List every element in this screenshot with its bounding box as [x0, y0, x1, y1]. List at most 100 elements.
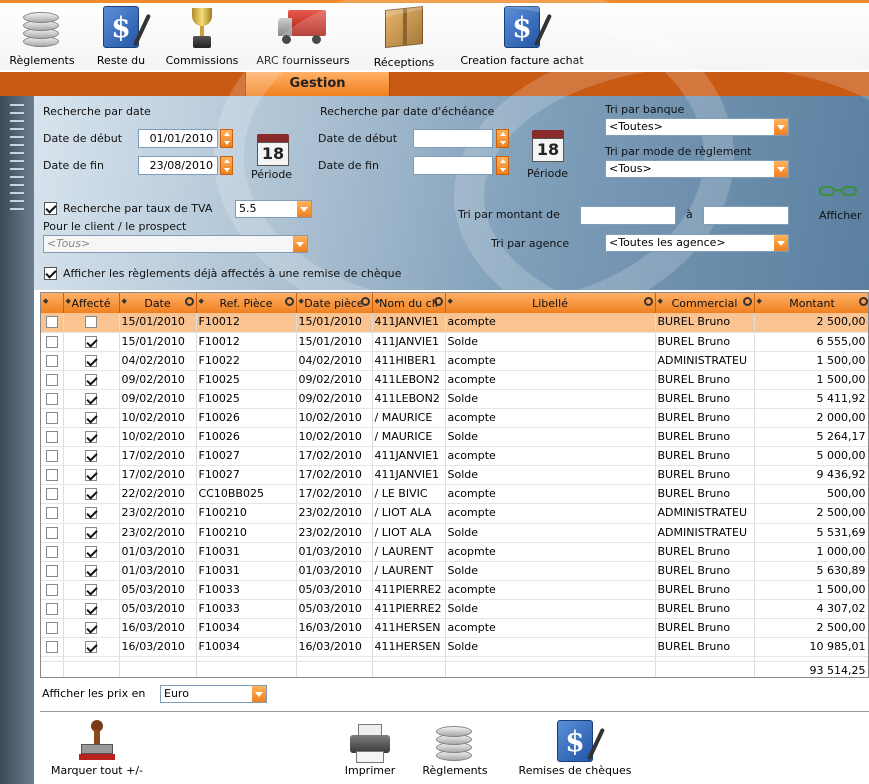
affecte-cell[interactable]	[63, 561, 120, 581]
table-row[interactable]: 23/02/2010 F100210 23/02/2010/ LIOT ALA Sol…	[41, 523, 868, 543]
sort-icon[interactable]: ◆	[757, 297, 762, 305]
row-select-checkbox[interactable]	[45, 373, 58, 386]
periode-label[interactable]: Période	[251, 168, 292, 181]
search-icon[interactable]	[184, 297, 194, 306]
row-select-cell[interactable]	[41, 637, 64, 658]
row-select-cell[interactable]	[41, 313, 64, 333]
affecte-checkbox[interactable]	[85, 622, 97, 635]
affecte-cell[interactable]	[63, 408, 120, 429]
echeance-periode-label[interactable]: Période	[527, 167, 568, 180]
affecte-checkbox[interactable]	[85, 526, 97, 539]
sort-icon[interactable]: ◆	[658, 297, 663, 305]
row-select-cell[interactable]	[41, 618, 64, 639]
reglements-bottom-button[interactable]: Règlements	[418, 720, 492, 777]
row-select-checkbox[interactable]	[45, 526, 58, 539]
affecte-checkbox[interactable]	[85, 545, 97, 558]
table-row[interactable]: 22/02/2010 CC10BB025 17/02/2010/ LE BIVIC a…	[41, 484, 868, 505]
affecte-checkbox[interactable]	[85, 412, 97, 425]
row-select-cell[interactable]	[41, 484, 64, 505]
row-select-checkbox[interactable]	[45, 412, 58, 425]
table-row[interactable]: 17/02/2010 F10027 17/02/2010 411JANVIE1 Sold…	[41, 465, 868, 486]
sort-icon[interactable]: ◆	[43, 297, 48, 305]
sort-icon[interactable]: ◆	[448, 297, 453, 305]
affecte-cell[interactable]	[63, 446, 120, 467]
table-row[interactable]: 05/03/2010 F10033 05/03/2010 411PIERRE2 acom…	[41, 580, 868, 600]
tri-mode-select[interactable]: <Tous>	[605, 160, 789, 178]
affecte-checkbox[interactable]	[85, 392, 97, 405]
sort-icon[interactable]: ◆	[66, 297, 71, 305]
affectes-checkbox[interactable]	[44, 267, 57, 280]
row-select-checkbox[interactable]	[45, 354, 58, 367]
agence-select[interactable]: <Toutes les agence>	[605, 234, 789, 252]
affecte-cell[interactable]	[63, 465, 120, 486]
table-row[interactable]: 16/03/2010 F10034 16/03/2010 411HERSEN Solde…	[41, 637, 868, 658]
column-header[interactable]: ◆ Montant	[754, 293, 868, 313]
echeance-fin-spinner[interactable]	[496, 156, 509, 175]
row-select-cell[interactable]	[41, 523, 64, 543]
row-select-checkbox[interactable]	[45, 431, 58, 444]
marquer-tout-button[interactable]: Marquer tout +/-	[44, 720, 150, 777]
row-select-checkbox[interactable]	[45, 488, 58, 501]
row-select-cell[interactable]	[41, 561, 64, 581]
affecte-cell[interactable]	[63, 370, 120, 390]
date-debut-spinner[interactable]	[220, 129, 233, 148]
column-header[interactable]: ◆ Date	[119, 293, 197, 313]
affecte-checkbox[interactable]	[85, 507, 97, 520]
montant-min-input[interactable]	[580, 206, 676, 225]
echeance-debut-input[interactable]	[413, 129, 493, 148]
affecte-cell[interactable]	[63, 599, 120, 620]
imprimer-button[interactable]: Imprimer	[336, 724, 404, 777]
column-header[interactable]: ◆ Date pièce	[296, 293, 373, 313]
sort-icon[interactable]: ◆	[199, 297, 204, 305]
row-select-checkbox[interactable]	[45, 583, 58, 596]
affecte-checkbox[interactable]	[85, 564, 97, 577]
affecte-cell[interactable]	[63, 637, 120, 658]
table-row[interactable]: 04/02/2010 F10022 04/02/2010 411HIBER1 acomp…	[41, 351, 868, 371]
tva-select[interactable]: 5.5	[235, 200, 312, 218]
search-icon[interactable]	[284, 297, 294, 306]
row-select-cell[interactable]	[41, 542, 64, 562]
affecte-checkbox[interactable]	[85, 469, 97, 482]
date-fin-input[interactable]: 23/08/2010	[138, 156, 218, 175]
affecte-checkbox[interactable]	[85, 354, 97, 367]
table-row[interactable]: 23/02/2010 F100210 23/02/2010/ LIOT ALA aco…	[41, 503, 868, 524]
affecte-cell[interactable]	[63, 542, 120, 562]
row-select-cell[interactable]	[41, 580, 64, 600]
row-select-checkbox[interactable]	[45, 335, 58, 348]
row-select-cell[interactable]	[41, 370, 64, 390]
echeance-debut-spinner[interactable]	[496, 129, 509, 148]
affecte-checkbox[interactable]	[85, 431, 97, 444]
affecte-checkbox[interactable]	[85, 373, 97, 386]
prix-currency-select[interactable]: Euro	[160, 685, 267, 703]
search-icon[interactable]	[433, 297, 443, 306]
search-icon[interactable]	[360, 297, 370, 306]
row-select-checkbox[interactable]	[45, 564, 58, 577]
affecte-cell[interactable]	[63, 580, 120, 600]
reglements-toolbar-button[interactable]: Règlements	[6, 6, 78, 70]
column-header[interactable]: ◆ Nom du cli	[372, 293, 446, 313]
column-header[interactable]: ◆ Ref. Pièce	[196, 293, 297, 313]
affecte-cell[interactable]	[63, 618, 120, 639]
affecte-checkbox[interactable]	[85, 583, 97, 596]
affecte-checkbox[interactable]	[85, 488, 97, 501]
search-icon[interactable]	[643, 297, 653, 306]
column-header[interactable]: ◆ Affecté	[63, 293, 120, 313]
table-row[interactable]: 17/02/2010 F10027 17/02/2010 411JANVIE1 acom…	[41, 446, 868, 467]
tva-checkbox[interactable]	[44, 202, 57, 215]
row-select-checkbox[interactable]	[45, 622, 58, 635]
row-select-checkbox[interactable]	[45, 507, 58, 520]
affecte-cell[interactable]	[63, 427, 120, 448]
date-fin-spinner[interactable]	[220, 156, 233, 175]
commissions-button[interactable]: Commissions	[162, 6, 242, 70]
column-header[interactable]: ◆ Libellé	[445, 293, 656, 313]
table-row[interactable]: 01/03/2010 F10031 01/03/2010/ LAURENT Solde…	[41, 561, 868, 581]
affecte-cell[interactable]	[63, 503, 120, 524]
row-select-cell[interactable]	[41, 503, 64, 524]
row-select-checkbox[interactable]	[45, 450, 58, 463]
column-header[interactable]: ◆ Commercial	[655, 293, 755, 313]
search-icon[interactable]	[742, 297, 752, 306]
row-select-cell[interactable]	[41, 465, 64, 486]
row-select-cell[interactable]	[41, 351, 64, 371]
calendar-icon[interactable]: 18	[532, 130, 564, 162]
table-row[interactable]: 10/02/2010 F10026 10/02/2010/ MAURICE Solde…	[41, 427, 868, 448]
